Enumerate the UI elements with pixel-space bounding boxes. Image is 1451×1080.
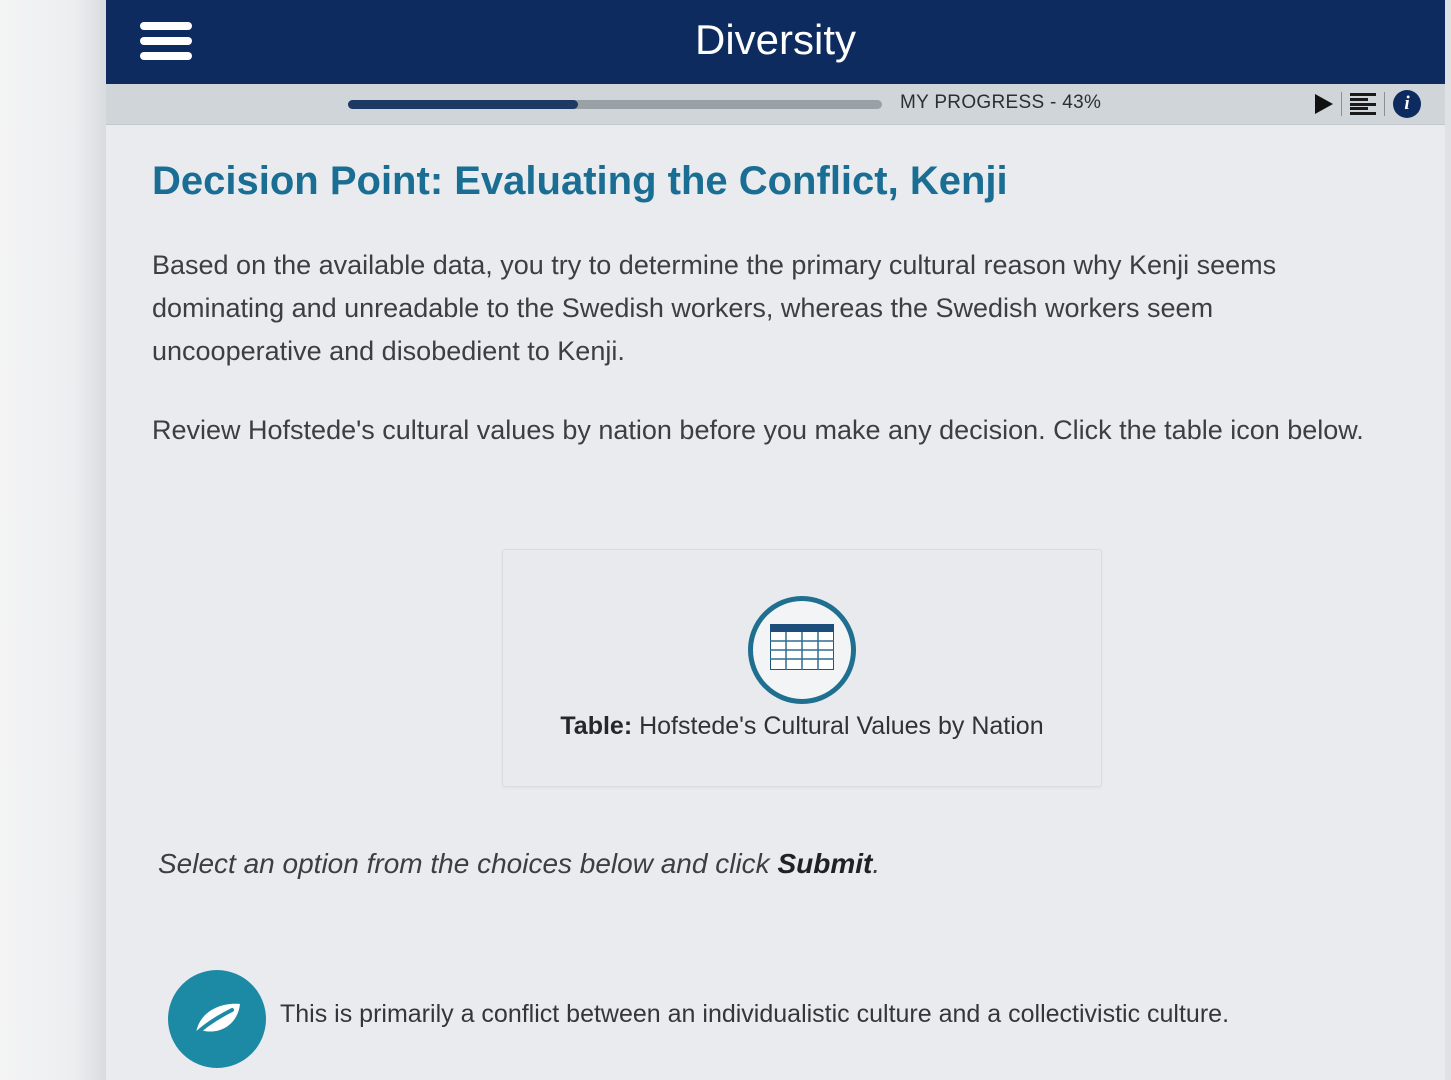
option-radio[interactable]	[168, 970, 266, 1068]
review-paragraph: Review Hofstede's cultural values by nat…	[152, 415, 1364, 445]
monitor-bezel-right	[1445, 0, 1451, 1080]
instruction-emphasis: Submit	[777, 848, 873, 879]
progress-track	[348, 100, 882, 109]
progress-label: MY PROGRESS - 43%	[900, 92, 1102, 113]
main-content: Decision Point: Evaluating the Conflict,…	[152, 124, 1382, 1068]
app-screen: Diversity MY PROGRESS - 43% i Decision P…	[106, 0, 1445, 1080]
top-bar: Diversity	[106, 0, 1445, 84]
table-card[interactable]: Table: Hofstede's Cultural Values by Nat…	[502, 549, 1102, 787]
table-icon	[770, 624, 834, 670]
table-caption-text: Hofstede's Cultural Values by Nation	[639, 712, 1044, 740]
instruction-end: .	[872, 848, 881, 879]
page-title: Decision Point: Evaluating the Conflict,…	[152, 159, 1008, 203]
progress-fill	[348, 100, 578, 109]
instruction-main: Select an option from the choices below …	[158, 848, 770, 879]
divider	[1341, 92, 1342, 116]
leaf-icon	[192, 1003, 240, 1038]
instruction-text: Select an option from the choices below …	[158, 848, 880, 880]
play-icon[interactable]	[1315, 94, 1333, 114]
option-item[interactable]: This is primarily a conflict between an …	[168, 970, 1368, 1070]
monitor-bezel-left	[0, 0, 106, 1080]
table-icon-button[interactable]	[748, 596, 856, 704]
control-icons: i	[1315, 89, 1421, 119]
option-text: This is primarily a conflict between an …	[280, 1000, 1230, 1028]
intro-paragraph: Based on the available data, you try to …	[152, 250, 1277, 366]
app-title: Diversity	[694, 16, 856, 63]
table-caption-prefix: Table:	[560, 712, 633, 740]
info-icon[interactable]: i	[1393, 90, 1421, 118]
table-caption[interactable]: Table: Hofstede's Cultural Values by Nat…	[503, 712, 1101, 741]
list-icon[interactable]	[1350, 92, 1376, 116]
divider	[1384, 92, 1385, 116]
progress-row: MY PROGRESS - 43% i	[106, 84, 1445, 125]
